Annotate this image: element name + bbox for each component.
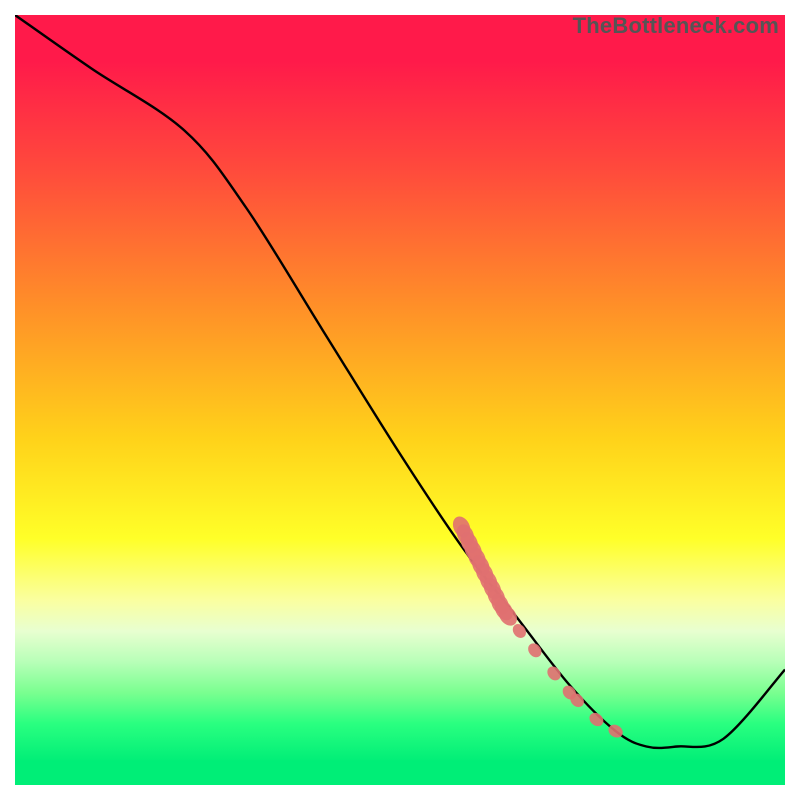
plot-svg bbox=[15, 15, 785, 785]
bottleneck-chart: TheBottleneck.com bbox=[15, 15, 785, 785]
gpu-sample-cluster bbox=[450, 514, 626, 741]
bottleneck-curve-line bbox=[15, 15, 785, 748]
